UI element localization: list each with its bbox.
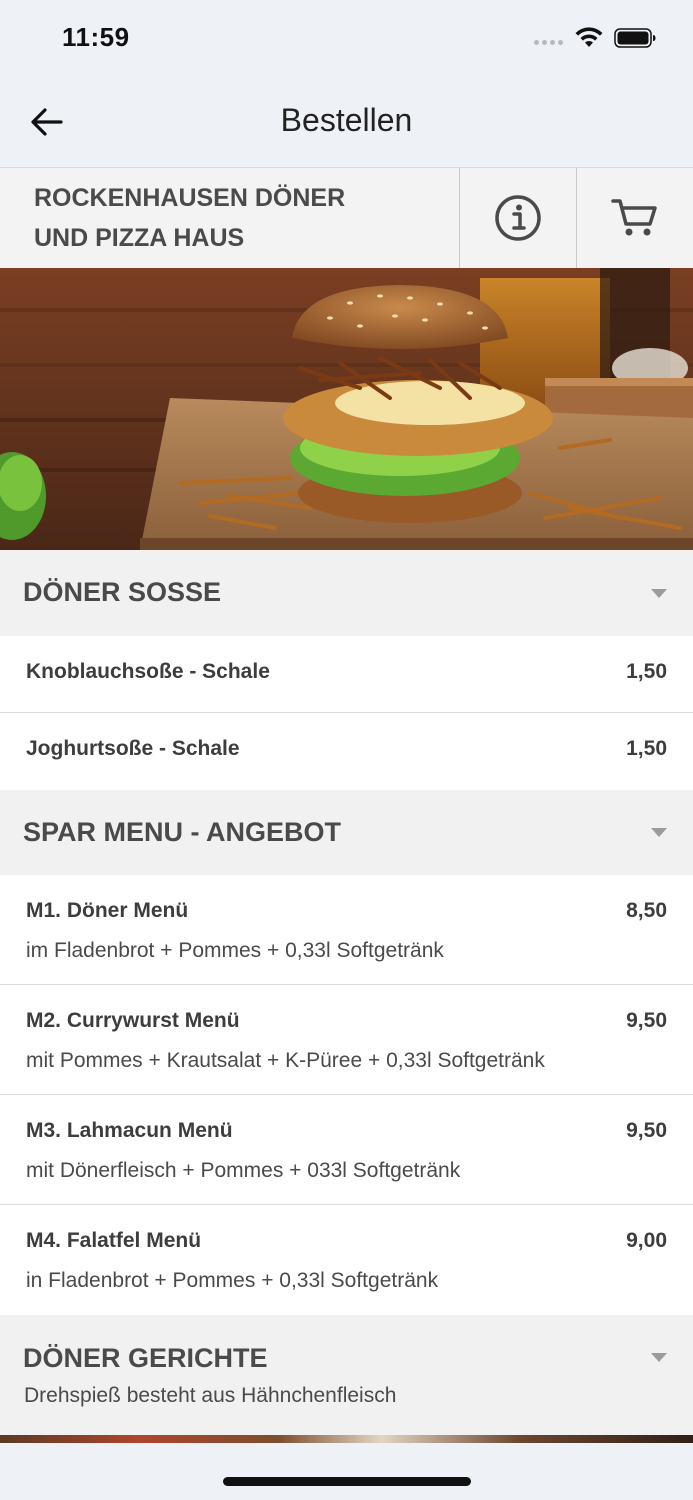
home-indicator-bar[interactable] bbox=[223, 1477, 471, 1486]
next-category-image-edge bbox=[0, 1435, 693, 1443]
restaurant-header: ROCKENHAUSEN DÖNER UND PIZZA HAUS bbox=[0, 168, 693, 268]
menu-list: DÖNER SOSSE Knoblauchsoße - Schale 1,50 … bbox=[0, 550, 693, 1437]
status-bar: 11:59 bbox=[0, 0, 693, 80]
cart-icon bbox=[611, 199, 657, 236]
status-time: 11:59 bbox=[62, 22, 130, 52]
category-subtitle: Drehspieß besteht aus Hähnchenfleisch bbox=[24, 1384, 397, 1407]
menu-item-description: im Fladenbrot + Pommes + 0,33l Softgeträ… bbox=[26, 939, 444, 962]
menu-item-name: M3. Lahmacun Menü bbox=[26, 1119, 233, 1142]
menu-item-price: 9,50 bbox=[626, 1009, 667, 1032]
menu-item-price: 1,50 bbox=[626, 660, 667, 683]
menu-item-description: mit Pommes + Krautsalat + K-Püree + 0,33… bbox=[26, 1049, 545, 1072]
menu-item[interactable]: Knoblauchsoße - Schale 1,50 bbox=[0, 636, 693, 713]
menu-item-name: Knoblauchsoße - Schale bbox=[26, 660, 270, 683]
menu-item-name: M2. Currywurst Menü bbox=[26, 1009, 240, 1032]
category-header-doener-gerichte[interactable]: DÖNER GERICHTE Drehspieß besteht aus Häh… bbox=[0, 1315, 693, 1437]
chevron-down-icon bbox=[651, 589, 667, 598]
category-title: DÖNER SOSSE bbox=[23, 577, 222, 607]
battery-icon bbox=[614, 28, 656, 48]
restaurant-name-line-1: ROCKENHAUSEN DÖNER bbox=[34, 184, 346, 212]
menu-item[interactable]: M2. Currywurst Menü 9,50 mit Pommes + Kr… bbox=[0, 985, 693, 1095]
category-header-spar-menu[interactable]: SPAR MENU - ANGEBOT bbox=[0, 790, 693, 875]
info-button[interactable] bbox=[459, 168, 576, 268]
restaurant-name: ROCKENHAUSEN DÖNER UND PIZZA HAUS bbox=[34, 178, 434, 258]
cellular-signal-icon bbox=[534, 40, 563, 45]
restaurant-hero-image bbox=[0, 268, 693, 550]
restaurant-name-line-2: UND PIZZA HAUS bbox=[34, 224, 245, 252]
menu-item-description: mit Dönerfleisch + Pommes + 033l Softget… bbox=[26, 1159, 461, 1182]
home-indicator-area bbox=[0, 1443, 693, 1500]
page-title: Bestellen bbox=[280, 102, 413, 138]
menu-item[interactable]: M1. Döner Menü 8,50 im Fladenbrot + Pomm… bbox=[0, 875, 693, 985]
wifi-icon bbox=[575, 27, 603, 47]
menu-item-price: 9,00 bbox=[626, 1229, 667, 1252]
category-header-doener-sosse[interactable]: DÖNER SOSSE bbox=[0, 550, 693, 636]
menu-item-price: 8,50 bbox=[626, 899, 667, 922]
menu-item-name: M4. Falatfel Menü bbox=[26, 1229, 202, 1252]
chevron-down-icon bbox=[651, 828, 667, 837]
burger-photo bbox=[0, 268, 693, 550]
cart-button[interactable] bbox=[576, 168, 693, 268]
navigation-bar: Bestellen bbox=[0, 80, 693, 168]
menu-item-description: in Fladenbrot + Pommes + 0,33l Softgeträ… bbox=[26, 1269, 439, 1292]
menu-item-price: 1,50 bbox=[626, 737, 667, 760]
menu-item-name: M1. Döner Menü bbox=[26, 899, 189, 922]
menu-item-price: 9,50 bbox=[626, 1119, 667, 1142]
menu-item[interactable]: Joghurtsoße - Schale 1,50 bbox=[0, 713, 693, 790]
info-icon bbox=[495, 195, 541, 241]
menu-item-name: Joghurtsoße - Schale bbox=[26, 737, 240, 760]
menu-item[interactable]: M4. Falatfel Menü 9,00 in Fladenbrot + P… bbox=[0, 1205, 693, 1315]
menu-item[interactable]: M3. Lahmacun Menü 9,50 mit Dönerfleisch … bbox=[0, 1095, 693, 1205]
category-title: SPAR MENU - ANGEBOT bbox=[23, 817, 342, 847]
chevron-down-icon bbox=[651, 1353, 667, 1362]
category-title: DÖNER GERICHTE bbox=[23, 1343, 268, 1373]
